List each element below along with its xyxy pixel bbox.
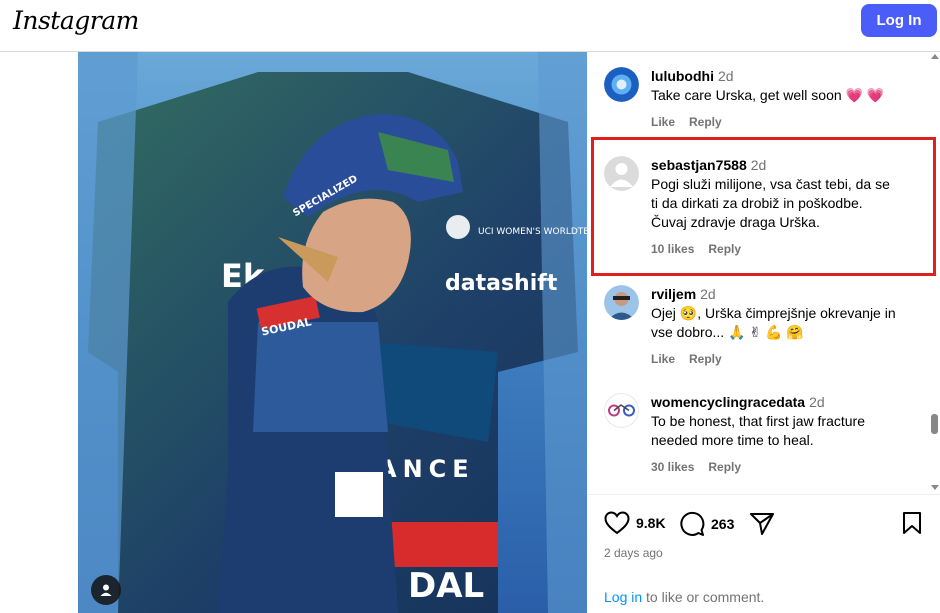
post-actions-bar: 9.8K 263 [604,511,924,539]
login-link[interactable]: Log in [604,589,642,605]
scrollbar-thumb[interactable] [931,414,938,434]
likes-count[interactable]: 9.8K [636,515,666,531]
team-banner-text: UCI WOMEN'S WORLDTEAM [478,227,587,237]
comment-time: 2d [700,286,716,302]
comment-like-button[interactable]: Like [651,352,675,366]
post-time-ago: 2 days ago [604,546,663,560]
comment-likes-count[interactable]: 30 likes [651,460,694,474]
comment-text: Take care Urska, get well soon 💗 💗 [651,87,885,103]
comment-username[interactable]: rviljem [651,286,696,302]
scroll-up-arrow-icon[interactable] [931,54,939,59]
share-paper-plane-icon [750,513,774,535]
avatar[interactable] [604,285,639,320]
comment-bubble-icon [680,511,705,536]
comments-list[interactable]: lulubodhi 2d Take care Urska, get well so… [587,52,940,495]
comments-scrollbar[interactable] [930,52,940,494]
comment-username[interactable]: lulubodhi [651,68,714,84]
post-photo[interactable]: UCI WOMEN'S WORLDTEAM datashift Ek ANCE … [78,52,587,613]
banner-ance-text: ANCE [378,455,475,483]
comments-count[interactable]: 263 [711,516,734,532]
highlight-box [591,137,936,276]
like-action[interactable]: 9.8K [604,511,666,535]
top-bar: Instagram Log In [0,0,940,52]
login-prompt: Log in to like or comment. [604,589,764,605]
login-button[interactable]: Log In [861,4,937,37]
comment-text: To be honest, that first jaw fracture ne… [651,413,865,448]
comment-text: Ojej 🥺, Urška čimprejšnje okrevanje in v… [651,305,896,340]
instagram-logo[interactable]: Instagram [13,6,139,35]
sponsor-banner-text: datashift [445,271,558,296]
avatar[interactable] [604,67,639,102]
comment-action[interactable]: 263 [679,511,734,537]
scroll-down-arrow-icon[interactable] [931,485,939,490]
tagged-user-icon[interactable] [91,575,121,605]
avatar[interactable] [604,393,639,428]
comment-reply-button[interactable]: Reply [689,115,722,129]
comment-reply-button[interactable]: Reply [689,352,722,366]
banner-soudal-text: DAL [408,566,484,606]
comment-time: 2d [809,394,825,410]
login-prompt-text: to like or comment. [642,589,765,605]
comments-panel: lulubodhi 2d Take care Urska, get well so… [587,52,940,613]
heart-icon [604,511,630,535]
bookmark-icon [903,512,921,534]
comment-reply-button[interactable]: Reply [708,460,741,474]
comment-time: 2d [717,68,734,84]
share-action[interactable] [749,511,775,537]
comment-username[interactable]: womencyclingracedata [651,394,805,410]
save-action[interactable] [902,511,922,535]
comment-like-button[interactable]: Like [651,115,675,129]
